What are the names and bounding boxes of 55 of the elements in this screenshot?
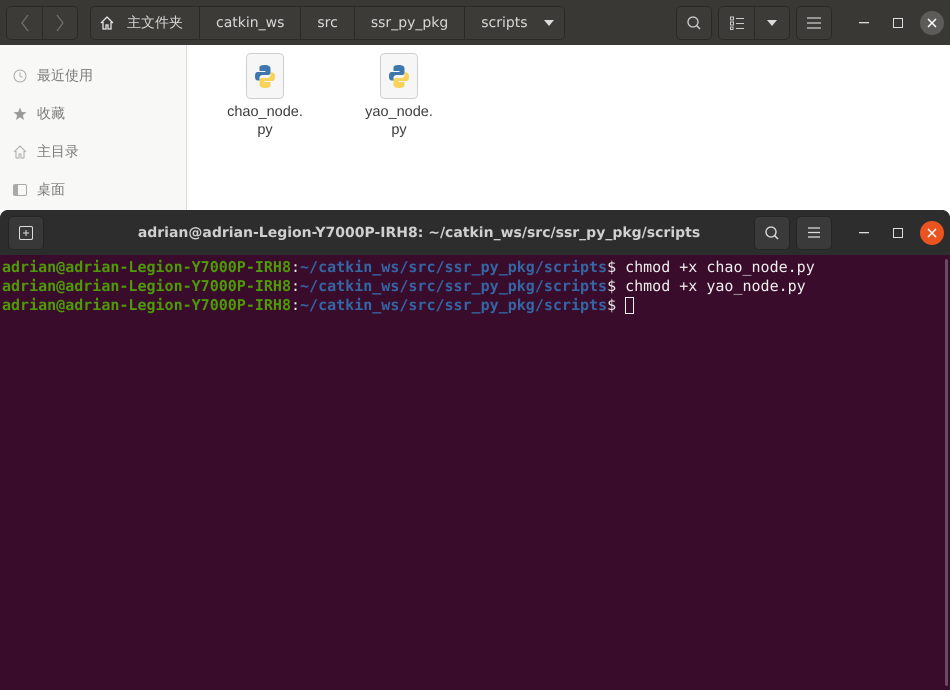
home-icon (13, 145, 27, 159)
window-title: adrian@adrian-Legion-Y7000P-IRH8: ~/catkin_ws/src/ssr_py_pkg/scripts (136, 224, 702, 240)
menu-icon (806, 16, 822, 28)
list-icon (730, 16, 744, 30)
file-name: yao_node.py (364, 103, 434, 139)
dropdown-button[interactable] (544, 6, 564, 38)
new-tab-button[interactable] (8, 216, 44, 250)
prompt-colon: : (290, 277, 300, 296)
prompt-dollar: $ (607, 296, 616, 315)
prompt-path: ~/catkin_ws/src/ssr_py_pkg/scripts (300, 296, 608, 315)
close-icon (927, 228, 937, 238)
sidebar-item[interactable]: 收藏 (0, 95, 186, 133)
search-button[interactable] (676, 6, 712, 40)
caret-icon (767, 20, 777, 26)
view-options-button[interactable] (754, 6, 789, 38)
command-text: chmod +x chao_node.py (625, 258, 815, 277)
minimize-icon (859, 232, 869, 234)
sidebar-item[interactable]: 桌面 (0, 171, 186, 209)
clock-icon (13, 69, 27, 83)
prompt-user-host: adrian@adrian-Legion-Y7000P-IRH8 (2, 296, 291, 315)
home-icon (99, 14, 115, 30)
maximize-icon (893, 18, 903, 28)
new-tab-icon (19, 226, 33, 240)
menu-button[interactable] (796, 216, 832, 250)
close-button[interactable] (920, 10, 944, 34)
python-file-icon (246, 53, 284, 99)
menu-button[interactable] (796, 6, 832, 40)
chevron-left-icon (20, 14, 30, 32)
prompt-user-host: adrian@adrian-Legion-Y7000P-IRH8 (2, 258, 291, 277)
search-icon (764, 224, 780, 240)
prompt-dollar: $ (607, 258, 616, 277)
python-file-icon (380, 53, 418, 99)
file-name: chao_node.py (226, 103, 304, 139)
caret-icon (544, 20, 554, 26)
prompt-dollar: $ (607, 277, 616, 296)
minimize-icon (859, 22, 869, 24)
star-icon (13, 107, 27, 121)
search-button[interactable] (754, 216, 790, 250)
file-item[interactable]: yao_node.py (347, 53, 451, 210)
desktop-icon (13, 183, 27, 197)
close-button[interactable] (920, 220, 944, 244)
command-text: chmod +x yao_node.py (625, 277, 806, 296)
prompt-user-host: adrian@adrian-Legion-Y7000P-IRH8 (2, 277, 291, 296)
prompt-colon: : (290, 296, 300, 315)
file-item[interactable]: chao_node.py (213, 53, 317, 210)
sidebar-item[interactable]: 最近使用 (0, 57, 186, 95)
prompt-path: ~/catkin_ws/src/ssr_py_pkg/scripts (300, 258, 608, 277)
prompt-colon: : (290, 258, 300, 277)
maximize-icon (893, 228, 903, 238)
menu-icon (807, 227, 821, 238)
sidebar-item[interactable]: 主目录 (0, 133, 186, 171)
chevron-right-icon (55, 14, 65, 32)
prompt-path: ~/catkin_ws/src/ssr_py_pkg/scripts (300, 277, 608, 296)
search-icon (686, 14, 702, 30)
close-icon (927, 18, 937, 28)
